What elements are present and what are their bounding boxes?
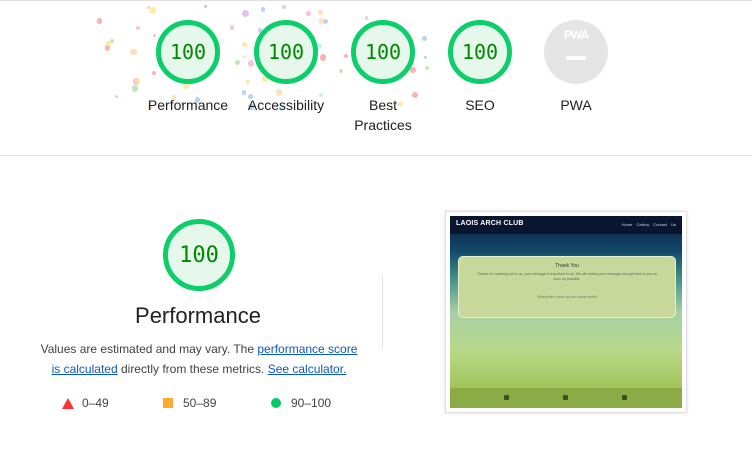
confetti-dot (229, 25, 235, 30)
confetti-dot (149, 7, 157, 14)
confetti-dot (242, 9, 249, 17)
seo-score: 100 (461, 40, 499, 64)
accessibility-score: 100 (267, 40, 305, 64)
confetti-dot (422, 36, 428, 41)
confetti-dot (319, 54, 327, 61)
legend-pass-range: 90–100 (291, 396, 332, 410)
confetti-dot (241, 41, 247, 47)
confetti-dot (134, 78, 141, 84)
confetti-dot (234, 59, 241, 66)
legend-fail-range: 0–49 (82, 396, 109, 410)
performance-gauge[interactable]: 100 (156, 20, 220, 84)
confetti-dot (115, 94, 119, 98)
confetti-dot (344, 53, 349, 58)
thumb-brand: LAOIS ARCH CLUB (456, 220, 524, 227)
main-performance-gauge: 100 (163, 219, 235, 291)
facebook-icon (504, 395, 509, 400)
legend-fail: 0–49 (62, 396, 109, 410)
confetti-dot (152, 71, 157, 75)
confetti-dot (424, 65, 429, 71)
confetti-dot (410, 67, 417, 74)
confetti-dot (243, 55, 247, 59)
thumb-footer (450, 388, 682, 408)
confetti-dot (260, 7, 265, 12)
confetti-dot (318, 18, 325, 24)
performance-description: Values are estimated and may vary. The p… (36, 339, 362, 379)
confetti-dot (203, 4, 207, 9)
final-screenshot-thumbnail[interactable]: LAOIS ARCH CLUB Home Gallery Contact Us … (445, 211, 687, 413)
pwa-badge-icon: PWA (563, 28, 589, 42)
pwa-label: PWA (560, 97, 592, 113)
performance-score: 100 (169, 40, 207, 64)
confetti-dot (338, 69, 343, 74)
confetti-dot (110, 39, 115, 44)
screenshot-image: LAOIS ARCH CLUB Home Gallery Contact Us … (450, 216, 682, 408)
best-practices-score: 100 (364, 40, 402, 64)
triangle-icon (62, 397, 74, 409)
confetti-dot (364, 16, 369, 20)
confetti-dot (247, 60, 255, 67)
desc-mid: directly from these metrics. (117, 362, 268, 376)
main-performance-score: 100 (179, 242, 219, 268)
best-practices-label: Best Practices (354, 97, 412, 133)
vertical-divider (382, 276, 383, 348)
thumb-thank-you-card: Thank You Thanks for reaching out to us,… (458, 256, 676, 318)
legend-average-range: 50–89 (183, 396, 217, 410)
confetti-dot (153, 33, 157, 38)
best-practices-gauge[interactable]: 100 (351, 20, 415, 84)
twitter-icon (563, 395, 568, 400)
desc-prefix: Values are estimated and may vary. The (40, 342, 258, 356)
confetti-dot (130, 48, 138, 56)
legend-pass: 90–100 (271, 396, 331, 410)
performance-title: Performance (135, 303, 261, 328)
thumb-nav-links: Home Gallery Contact Us (621, 222, 676, 227)
legend-average: 50–89 (163, 396, 216, 410)
pwa-dash-icon (566, 56, 586, 60)
confetti-dot (96, 18, 103, 25)
pwa-gauge[interactable]: PWA (544, 20, 608, 84)
see-calculator-link[interactable]: See calculator. (268, 362, 347, 376)
thumb-card-title: Thank You (555, 263, 579, 269)
instagram-icon (622, 395, 627, 400)
confetti-dot (106, 40, 111, 46)
confetti-dot (423, 56, 427, 60)
section-divider (0, 155, 752, 156)
confetti-dot (306, 11, 311, 16)
top-border (0, 0, 752, 1)
confetti-dot (131, 85, 139, 92)
seo-gauge[interactable]: 100 (448, 20, 512, 84)
confetti-dot (318, 10, 324, 16)
thumb-card-body: Thanks for reaching out to us, your mess… (476, 272, 658, 281)
thumb-card-note: Meanwhile check out our social media (537, 295, 597, 299)
accessibility-gauge[interactable]: 100 (254, 20, 318, 84)
thumb-navbar: LAOIS ARCH CLUB Home Gallery Contact Us (450, 216, 682, 234)
confetti-dot (135, 25, 141, 31)
confetti-dot (104, 45, 111, 51)
accessibility-label: Accessibility (247, 97, 325, 113)
confetti-dot (245, 79, 251, 84)
confetti-dot (282, 4, 287, 9)
circle-icon (271, 398, 281, 408)
square-icon (163, 398, 173, 408)
